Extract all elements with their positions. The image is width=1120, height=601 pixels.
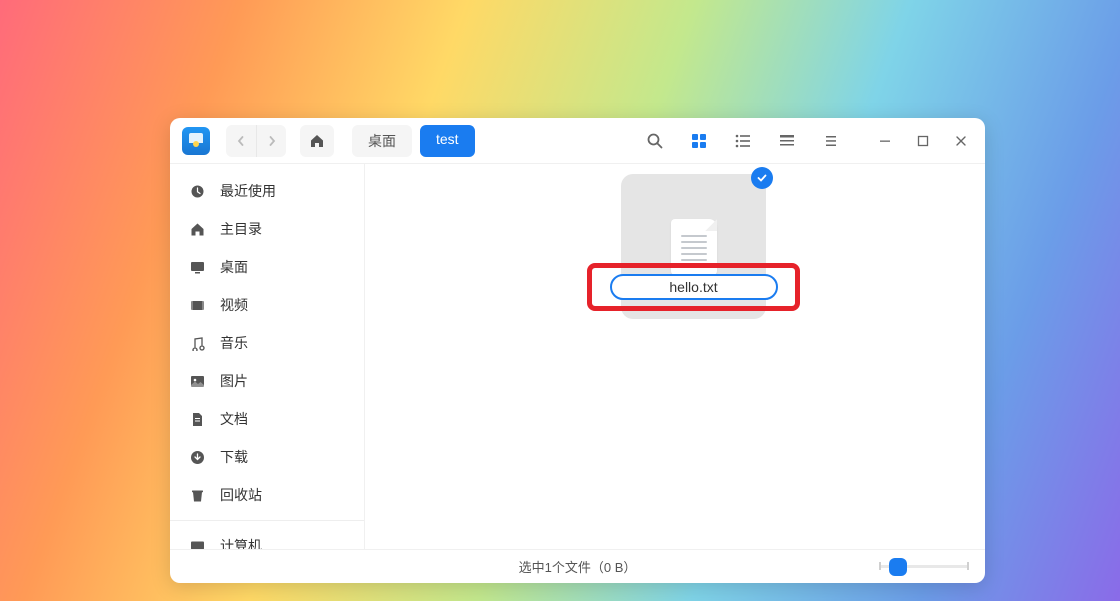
sidebar-item-label: 图片 [220,371,248,391]
breadcrumb-desktop[interactable]: 桌面 [352,125,412,157]
trash-icon [188,488,206,503]
menu-button[interactable] [819,129,843,153]
document-icon [188,412,206,427]
sidebar-item-label: 回收站 [220,485,262,505]
sidebar-item-label: 音乐 [220,333,248,353]
nav-arrows [226,125,286,157]
window-controls [873,129,973,153]
zoom-track [879,565,969,568]
file-manager-window: 桌面 test [170,118,985,583]
list-view-button[interactable] [731,129,755,153]
close-icon [955,135,967,147]
selected-badge [751,167,773,189]
sidebar-item-desktop[interactable]: 桌面 [170,248,364,286]
sidebar-item-recent[interactable]: 最近使用 [170,172,364,210]
maximize-button[interactable] [911,129,935,153]
breadcrumb-test[interactable]: test [420,125,475,157]
rename-input[interactable] [610,274,778,300]
download-icon [188,450,206,465]
sidebar-item-computer[interactable]: 计算机 [170,527,364,549]
sidebar-item-downloads[interactable]: 下载 [170,438,364,476]
back-button[interactable] [226,125,256,157]
body-area: 最近使用 主目录 桌面 视频 音乐 图片 [170,164,985,549]
home-button[interactable] [300,125,334,157]
check-icon [756,172,768,184]
home-icon [309,133,325,149]
zoom-thumb[interactable] [889,558,907,576]
sidebar-item-label: 文档 [220,409,248,429]
titlebar: 桌面 test [170,118,985,164]
forward-button[interactable] [256,125,286,157]
breadcrumb: 桌面 test [352,125,475,157]
list-icon [735,133,751,149]
chevron-right-icon [267,136,277,146]
content-area[interactable] [365,164,985,549]
status-text: 选中1个文件（0 B） [519,557,637,576]
hamburger-icon [824,134,838,148]
app-icon [182,127,210,155]
sidebar-item-label: 最近使用 [220,181,276,201]
sidebar-divider [170,520,364,521]
maximize-icon [917,135,929,147]
chevron-left-icon [236,136,246,146]
zoom-slider[interactable] [879,565,969,568]
titlebar-right [643,129,973,153]
music-icon [188,336,206,351]
search-icon [646,132,664,150]
sidebar-item-home[interactable]: 主目录 [170,210,364,248]
sidebar: 最近使用 主目录 桌面 视频 音乐 图片 [170,164,365,549]
video-icon [188,298,206,313]
minimize-icon [879,135,891,147]
grid-icon [691,133,707,149]
detail-view-button[interactable] [775,129,799,153]
sidebar-item-label: 主目录 [220,219,262,239]
icon-view-button[interactable] [687,129,711,153]
clock-icon [188,184,206,199]
sidebar-item-label: 计算机 [220,536,262,549]
sidebar-item-label: 桌面 [220,257,248,277]
sidebar-item-trash[interactable]: 回收站 [170,476,364,514]
sidebar-item-label: 视频 [220,295,248,315]
computer-icon [188,539,206,550]
status-bar: 选中1个文件（0 B） [170,549,985,583]
sidebar-item-documents[interactable]: 文档 [170,400,364,438]
home-icon [188,222,206,237]
search-button[interactable] [643,129,667,153]
sidebar-item-pictures[interactable]: 图片 [170,362,364,400]
desktop-icon [188,260,206,275]
close-button[interactable] [949,129,973,153]
detail-list-icon [779,133,795,149]
image-icon [188,374,206,389]
minimize-button[interactable] [873,129,897,153]
sidebar-item-videos[interactable]: 视频 [170,286,364,324]
rename-highlight [587,263,800,311]
sidebar-item-label: 下载 [220,447,248,467]
sidebar-item-music[interactable]: 音乐 [170,324,364,362]
